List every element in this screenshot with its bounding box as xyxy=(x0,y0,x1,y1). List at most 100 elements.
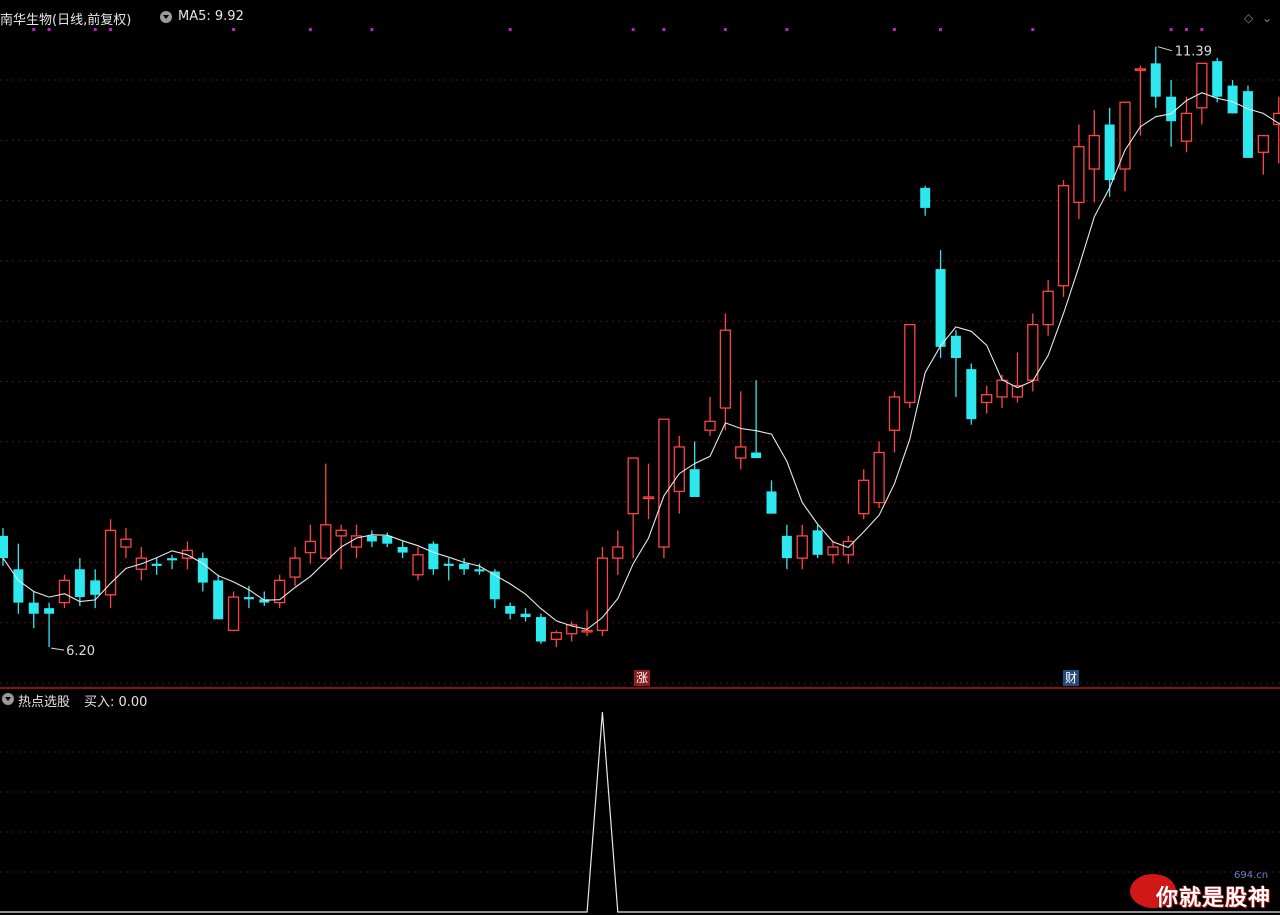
candle-body-up xyxy=(1057,185,1070,287)
signal-marker xyxy=(308,28,312,31)
candle-body-down xyxy=(167,558,178,561)
candle-body-up xyxy=(581,629,593,633)
candle-body-down xyxy=(1166,96,1177,122)
candle-body-down xyxy=(74,569,85,598)
indicator-name: 热点选股 xyxy=(18,695,71,710)
candle-body-up xyxy=(827,546,839,556)
candle-body-up xyxy=(796,535,808,559)
candle-body-down xyxy=(443,563,454,566)
candle-body-down xyxy=(13,569,24,603)
candle-body-down xyxy=(151,563,162,566)
signal-marker xyxy=(370,28,374,31)
candle-body-down xyxy=(920,187,931,208)
candle-body-up xyxy=(104,529,117,596)
low-pointer xyxy=(51,647,65,651)
candle-body-up xyxy=(704,420,716,431)
candle-body-up xyxy=(981,394,993,404)
candle-body-down xyxy=(689,469,700,497)
chevron-down-icon[interactable]: ⌄ xyxy=(1262,11,1272,25)
candle-body-up xyxy=(1257,134,1269,153)
candle-body-up xyxy=(120,538,132,548)
signal-marker xyxy=(1200,28,1204,31)
candle-body-up xyxy=(996,379,1008,398)
candle-body-down xyxy=(28,602,39,614)
candle-body-down xyxy=(766,491,777,514)
candle-body-down xyxy=(1104,124,1115,181)
candle-body-down xyxy=(428,543,439,570)
candle-body-down xyxy=(812,530,823,555)
candle-body-up xyxy=(58,579,71,604)
candle-body-up xyxy=(1180,112,1193,142)
candle-body-up xyxy=(320,524,332,559)
candle-body-up xyxy=(904,323,916,404)
high-label: 11.39 xyxy=(1175,45,1212,60)
signal-marker xyxy=(508,28,512,31)
candle-body-up xyxy=(612,546,624,559)
candle-body-down xyxy=(520,613,531,618)
candle-body-down xyxy=(1227,85,1238,114)
stock-title: 南华生物(日线,前复权) xyxy=(0,13,132,28)
candle-body-up xyxy=(627,457,639,515)
candle-body-up xyxy=(550,631,562,640)
signal-marker xyxy=(1184,28,1188,31)
candle-body-up xyxy=(1042,290,1054,326)
candle-body-down xyxy=(751,452,762,459)
candle-body-down xyxy=(44,608,55,614)
candle-body-up xyxy=(1088,134,1100,170)
candle-body-down xyxy=(935,269,946,347)
high-pointer xyxy=(1157,46,1172,52)
signal-marker xyxy=(109,28,113,31)
candle-body-down xyxy=(90,580,101,595)
signal-marker xyxy=(1031,28,1035,31)
candle-body-up xyxy=(335,529,347,537)
ma-settings-icon[interactable] xyxy=(160,11,172,23)
signal-marker xyxy=(232,28,236,31)
low-label: 6.20 xyxy=(66,644,95,659)
indicator-settings-icon[interactable] xyxy=(2,693,14,705)
signal-marker xyxy=(631,28,635,31)
signal-marker xyxy=(32,28,36,31)
signal-marker xyxy=(93,28,97,31)
chart-canvas: 11.39 6.20 xyxy=(0,28,1280,913)
candle-body-down xyxy=(459,563,470,570)
candle-body-up xyxy=(873,451,885,504)
candle-body-up xyxy=(1196,62,1208,109)
diamond-icon[interactable]: ◇ xyxy=(1244,11,1253,25)
candle-body-down xyxy=(366,535,377,542)
signal-marker xyxy=(662,28,666,31)
candle-body-up xyxy=(658,418,670,548)
limit-up-tag[interactable]: 涨 xyxy=(634,670,650,686)
candle-body-up xyxy=(289,557,301,578)
candle-body-down xyxy=(1242,91,1253,158)
watermark: 你就是股神 694.cn xyxy=(1128,868,1278,914)
candle-body-up xyxy=(1134,68,1147,72)
candle-body-up xyxy=(412,554,424,576)
indicator-line xyxy=(0,711,1280,913)
signal-marker xyxy=(47,28,51,31)
candle-body-down xyxy=(966,369,977,420)
candle-body-up xyxy=(642,496,655,500)
candle-body-down xyxy=(0,535,8,559)
candle-body-down xyxy=(781,535,792,559)
candle-body-down xyxy=(397,547,408,553)
watermark-text: 你就是股神 xyxy=(1156,886,1272,911)
candle-body-down xyxy=(213,580,224,620)
candle-body-down xyxy=(382,535,393,544)
watermark-domain: 694.cn xyxy=(1234,870,1269,881)
signal-marker xyxy=(723,28,727,31)
candle-body-down xyxy=(1150,63,1161,97)
candle-body-down xyxy=(535,617,546,642)
candle-body-down xyxy=(950,335,961,358)
candle-body-up xyxy=(304,540,317,554)
candle-body-up xyxy=(719,329,732,409)
candle-body-up xyxy=(735,446,747,459)
candle-body-down xyxy=(474,569,485,572)
candle-body-up xyxy=(1073,146,1085,203)
signal-marker xyxy=(1169,28,1173,31)
candle-body-down xyxy=(243,597,254,600)
candle-body-up xyxy=(858,479,870,515)
signal-marker xyxy=(939,28,943,31)
finance-tag[interactable]: 财 xyxy=(1063,670,1079,686)
candle-body-up xyxy=(888,396,901,431)
candle-body-down xyxy=(1212,61,1223,97)
